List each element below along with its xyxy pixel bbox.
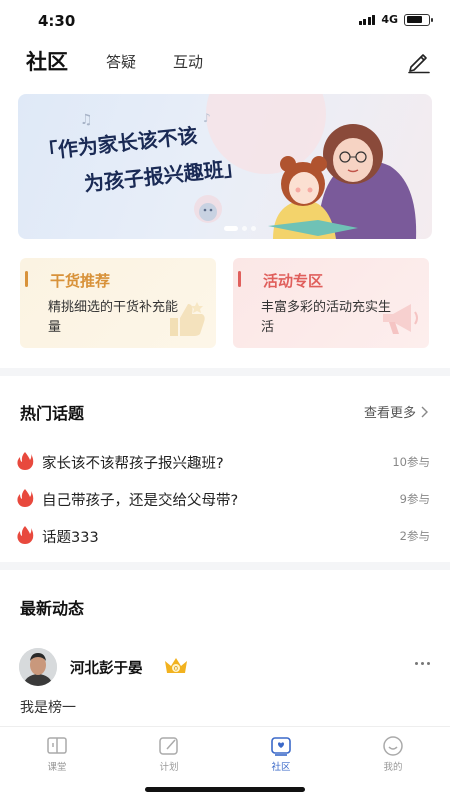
- svg-text:♫: ♫: [80, 112, 93, 128]
- nav-item-classroom[interactable]: 课堂: [27, 735, 87, 773]
- edit-note-icon: [159, 737, 178, 755]
- banner-carousel[interactable]: ♫ ♪ 「作为家长该不该 为孩子报兴趣班」: [18, 94, 432, 239]
- chevron-right-icon: [421, 406, 428, 417]
- status-time: 4:30: [38, 12, 76, 30]
- card-dry-goods[interactable]: 干货推荐 精挑细选的干货补充能量: [20, 258, 216, 348]
- see-more-link[interactable]: 查看更多: [364, 402, 428, 421]
- topic-text: 自己带孩子，还是交给父母带?: [42, 493, 239, 509]
- crown-badge-icon: 0: [165, 658, 187, 673]
- post-username[interactable]: 河北彭于晏: [70, 657, 143, 678]
- top-tabs: 社区 答疑 互动: [0, 44, 450, 76]
- flame-icon: [17, 526, 34, 544]
- tab-interaction[interactable]: 互动: [173, 51, 203, 72]
- battery-icon: [404, 13, 433, 26]
- post-content: 我是榜一: [20, 700, 76, 716]
- megaphone-icon: [383, 304, 418, 334]
- tab-community[interactable]: 社区: [26, 46, 68, 76]
- topic-text: 家长该不该帮孩子报兴趣班?: [42, 456, 224, 472]
- tab-qa[interactable]: 答疑: [106, 51, 136, 72]
- section-divider: [0, 562, 450, 570]
- smile-profile-icon: [383, 736, 403, 756]
- topic-participants: 9参与: [399, 492, 430, 506]
- flame-icon: [17, 489, 34, 507]
- user-avatar-image: [19, 648, 57, 686]
- nav-label: 社区: [271, 762, 291, 773]
- card-title: 干货推荐: [50, 272, 111, 290]
- flame-icon: [17, 452, 34, 470]
- nav-label: 我的: [383, 762, 403, 773]
- card-accent-bar: [25, 271, 28, 287]
- nav-item-mine[interactable]: 我的: [363, 735, 423, 773]
- nav-label: 课堂: [47, 762, 67, 773]
- home-indicator: [145, 787, 305, 792]
- more-options-icon[interactable]: [415, 662, 430, 665]
- topic-item[interactable]: 自己带孩子，还是交给父母带? 9参与: [0, 487, 450, 511]
- status-indicators: 4G: [358, 13, 433, 26]
- card-title: 活动专区: [263, 272, 324, 290]
- nav-item-community[interactable]: 社区: [251, 735, 311, 773]
- topic-item[interactable]: 话题333 2参与: [0, 524, 450, 548]
- section-divider: [0, 368, 450, 376]
- thumbs-up-icon: [170, 302, 205, 336]
- svg-text:♪: ♪: [203, 111, 211, 125]
- card-accent-bar: [238, 271, 241, 287]
- card-activities[interactable]: 活动专区 丰富多彩的活动充实生活: [233, 258, 429, 348]
- carousel-indicator: [224, 226, 256, 231]
- see-more-label: 查看更多: [363, 406, 416, 421]
- latest-feed-title: 最新动态: [20, 599, 85, 618]
- network-label: 4G: [381, 13, 398, 26]
- topic-item[interactable]: 家长该不该帮孩子报兴趣班? 10参与: [0, 450, 450, 474]
- avatar[interactable]: [19, 648, 57, 686]
- topic-participants: 10参与: [392, 455, 430, 469]
- nav-label: 计划: [159, 762, 179, 773]
- compose-icon[interactable]: [406, 48, 432, 74]
- topic-text: 话题333: [42, 530, 99, 546]
- community-chat-icon: [271, 737, 291, 756]
- topic-participants: 2参与: [399, 529, 430, 543]
- book-icon: [47, 737, 67, 754]
- user-level: 0: [174, 665, 178, 673]
- status-bar: 4:30 4G: [0, 0, 450, 40]
- nav-item-plan[interactable]: 计划: [139, 735, 199, 773]
- hot-topics-title: 热门话题: [20, 404, 85, 423]
- signal-icon: [358, 14, 376, 25]
